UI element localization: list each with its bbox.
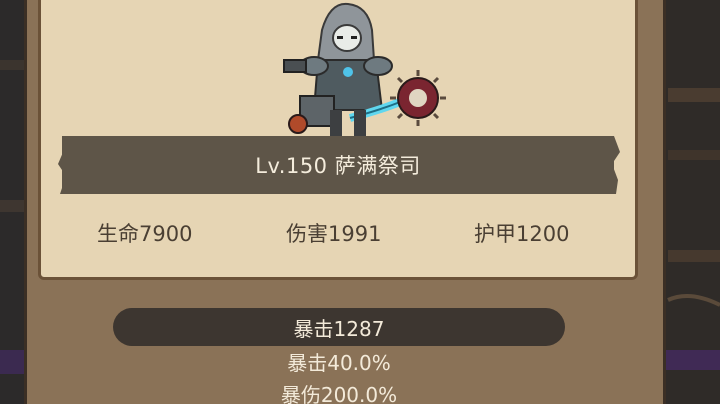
game-screen: Lv.150 萨满祭司 生命7900 伤害1991 护甲1200 暴击1287 … [0,0,720,404]
stat-damage: 伤害1991 [286,222,382,246]
crit-damage: 暴伤200.0% [280,383,398,404]
crit-value: 暴击1287 [293,316,385,341]
hero-name-banner: Lv.150 萨满祭司 [58,136,620,194]
crit-value-bar: 暴击1287 [113,308,565,346]
shaman-priest-character-icon[interactable] [270,0,460,138]
hero-level-name: Lv.150 萨满祭司 [255,154,421,178]
stat-hp: 生命7900 [97,222,193,246]
banner-right-edge [590,136,620,194]
banner-left-edge [58,136,86,194]
stat-armor: 护甲1200 [474,222,570,246]
crit-rate: 暴击40.0% [287,351,391,375]
